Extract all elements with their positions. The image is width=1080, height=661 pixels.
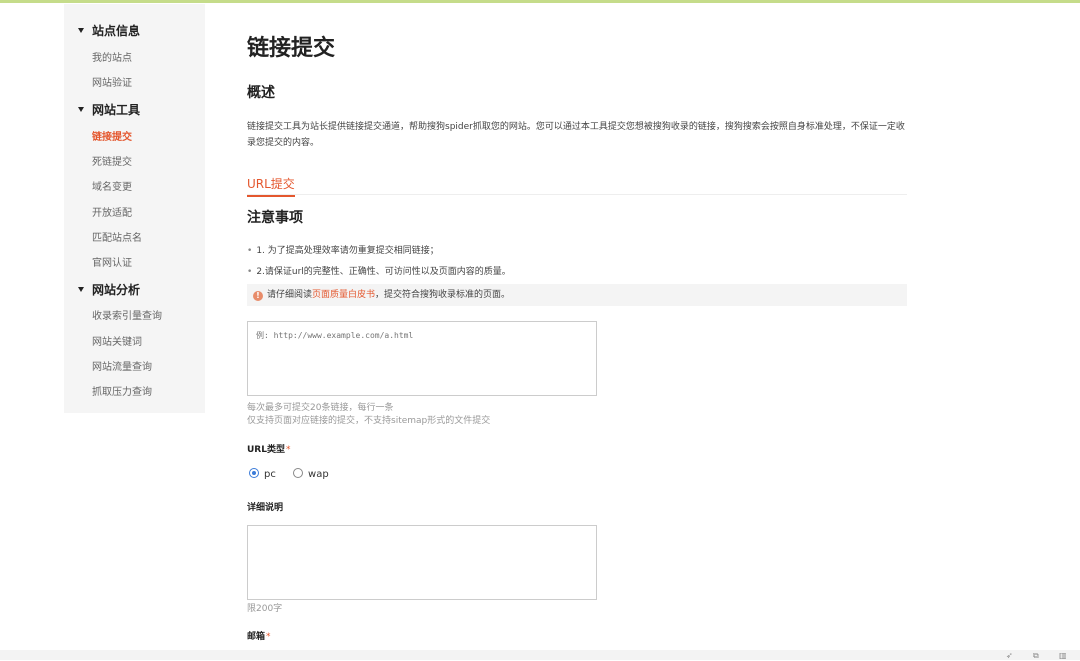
overview-heading: 概述: [247, 85, 275, 101]
detail-input[interactable]: [247, 525, 597, 600]
sidebar-item-my-site[interactable]: 我的站点: [92, 49, 132, 64]
sidebar-group-site-info[interactable]: 站点信息: [78, 22, 140, 39]
trash-icon[interactable]: ▥: [1059, 651, 1067, 660]
notes-heading: 注意事项: [247, 210, 303, 226]
exclamation-icon: !: [253, 291, 263, 301]
rocket-icon[interactable]: ➶: [1006, 651, 1013, 660]
note-item: • 2.请保证url的完整性、正确性、可访问性以及页面内容的质量。: [247, 267, 511, 277]
url-hint-sitemap: 仅支持页面对应链接的提交，不支持sitemap形式的文件提交: [247, 416, 491, 426]
radio-option-pc[interactable]: pc: [249, 468, 276, 480]
radio-unchecked-icon[interactable]: [293, 468, 304, 478]
detail-label: 详细说明: [247, 503, 284, 513]
sidebar-item-match-site-name[interactable]: 匹配站点名: [92, 229, 142, 244]
url-hint-limit: 每次最多可提交20条链接，每行一条: [247, 403, 394, 413]
sidebar-group-site-analysis[interactable]: 网站分析: [78, 281, 140, 298]
caret-down-icon: [78, 287, 84, 292]
sidebar-group-site-tools[interactable]: 网站工具: [78, 101, 140, 118]
top-accent-bar: [0, 0, 1080, 3]
sidebar-item-crawl-pressure[interactable]: 抓取压力查询: [92, 383, 152, 398]
url-type-label: URL类型*: [247, 445, 291, 455]
required-mark: *: [266, 632, 271, 642]
sidebar-item-site-verify[interactable]: 网站验证: [92, 74, 132, 89]
sidebar-item-traffic-query[interactable]: 网站流量查询: [92, 358, 152, 373]
bottom-toolbar: [0, 650, 1080, 660]
sidebar: 站点信息 我的站点 网站验证 网站工具 链接提交 死链提交 域名变更 开放适配 …: [64, 4, 205, 413]
url-type-radio-group: pc wap: [249, 468, 343, 480]
sidebar-item-domain-change[interactable]: 域名变更: [92, 178, 132, 193]
sidebar-item-keywords[interactable]: 网站关键词: [92, 333, 142, 348]
sidebar-item-official-cert[interactable]: 官网认证: [92, 254, 132, 269]
sidebar-item-dead-link[interactable]: 死链提交: [92, 153, 132, 168]
overview-description: 链接提交工具为站长提供链接提交通道，帮助搜狗spider抓取您的网站。您可以通过…: [247, 122, 905, 148]
caret-down-icon: [78, 28, 84, 33]
tab-divider: [247, 194, 907, 195]
required-mark: *: [285, 445, 291, 455]
whitepaper-link[interactable]: 页面质量白皮书: [312, 290, 375, 300]
page-title: 链接提交: [247, 36, 336, 61]
radio-checked-icon[interactable]: [249, 468, 259, 478]
note-item: • 1. 为了提高处理效率请勿重复提交相同链接；: [247, 246, 439, 256]
sidebar-item-index-query[interactable]: 收录索引量查询: [92, 307, 162, 322]
sidebar-item-link-submit[interactable]: 链接提交: [92, 128, 132, 143]
quality-warning-banner: ! 请仔细阅读页面质量白皮书，提交符合搜狗收录标准的页面。: [247, 284, 907, 306]
email-label: 邮箱*: [247, 632, 271, 642]
sidebar-item-open-adapt[interactable]: 开放适配: [92, 204, 132, 219]
radio-option-wap[interactable]: wap: [293, 468, 329, 480]
detail-limit-hint: 限200字: [247, 604, 283, 614]
caret-down-icon: [78, 107, 84, 112]
url-input[interactable]: [247, 321, 597, 396]
